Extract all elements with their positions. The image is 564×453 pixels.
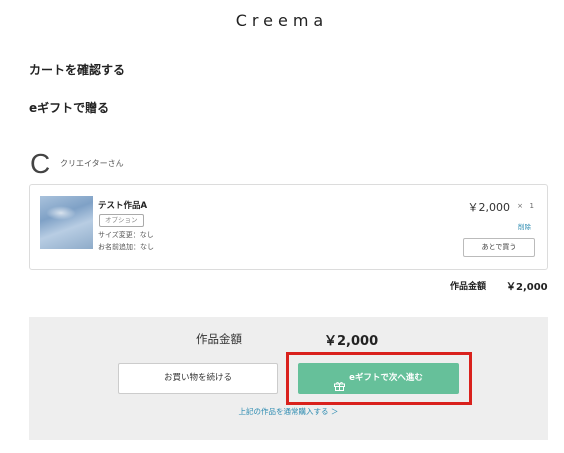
item-thumbnail[interactable] — [40, 196, 93, 249]
delete-link[interactable]: 削除 — [518, 221, 531, 231]
item-quantity[interactable]: 1 — [530, 202, 534, 210]
regular-purchase-link[interactable]: 上記の作品を通常購入する ＞ — [29, 406, 548, 417]
egift-next-label: eギフトで次へ進む — [349, 373, 423, 383]
creema-logo[interactable]: Creema — [0, 11, 564, 30]
option-badge: オプション — [99, 214, 144, 227]
item-option-name: お名前追加：なし — [98, 243, 154, 251]
buy-later-button[interactable]: あとで買う — [463, 238, 535, 257]
item-price: ￥2,000 — [467, 201, 511, 214]
summary-label: 作品金額 — [196, 332, 242, 346]
continue-shopping-button[interactable]: お買い物を続ける — [118, 363, 278, 394]
summary-total: ￥2,000 — [324, 334, 379, 349]
cart-item-card: テスト作品A オプション サイズ変更：なし お名前追加：なし ￥2,000 × … — [29, 184, 548, 270]
subtotal-label: 作品金額 — [450, 282, 487, 292]
gift-icon — [334, 374, 346, 391]
item-option-size: サイズ変更：なし — [98, 231, 154, 239]
creator-header[interactable]: C クリエイターさん — [30, 150, 124, 178]
order-summary-panel: 作品金額 ￥2,000 お買い物を続ける eギフトで次へ進む 上記の作品を通常購… — [29, 317, 548, 440]
item-title[interactable]: テスト作品A — [98, 199, 147, 211]
quantity-times: × — [517, 202, 523, 210]
subtotal-value: ￥2,000 — [506, 282, 548, 293]
egift-next-button[interactable]: eギフトで次へ進む — [298, 363, 459, 394]
creator-name[interactable]: クリエイターさん — [60, 158, 124, 169]
creator-avatar[interactable]: C — [30, 150, 56, 178]
confirm-cart-link[interactable]: カートを確認する — [29, 61, 125, 78]
egift-send-heading[interactable]: eギフトで贈る — [29, 99, 109, 116]
